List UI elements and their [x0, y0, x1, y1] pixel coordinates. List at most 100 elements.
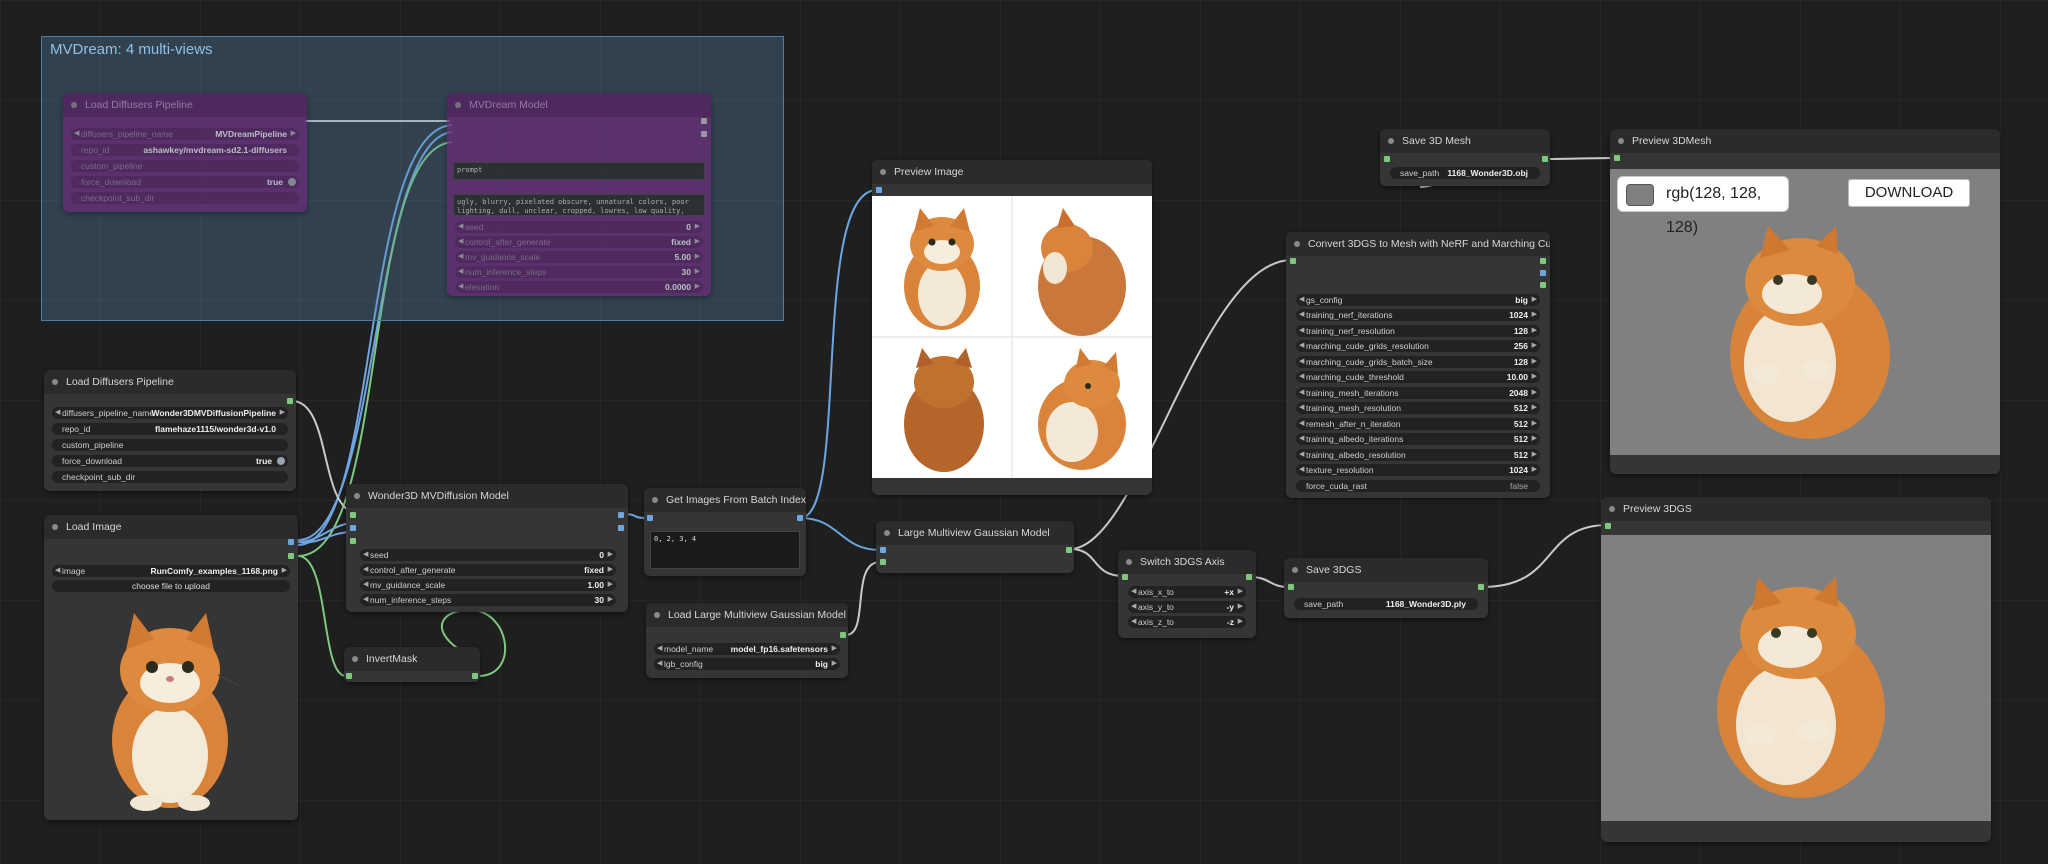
widget-checkpoint-sub-dir[interactable]: checkpoint_sub_dir	[52, 471, 288, 483]
upload-button[interactable]: choose file to upload	[52, 580, 290, 592]
node-get-images-from-batch[interactable]: Get Images From Batch Indexed ? 0, 2, 3,…	[644, 488, 806, 576]
mask-output-port[interactable]	[288, 553, 294, 559]
collapse-dot-icon[interactable]	[1609, 506, 1615, 512]
collapse-dot-icon[interactable]	[354, 493, 360, 499]
download-button[interactable]: DOWNLOAD	[1848, 179, 1970, 207]
collapse-dot-icon[interactable]	[52, 524, 58, 530]
color-swatch[interactable]	[1626, 184, 1654, 206]
pipeline-output-port[interactable]	[287, 398, 293, 404]
widget-elevation[interactable]: ◀ elevation 0.0000 ▶	[455, 281, 703, 293]
widget-control-after-generate[interactable]: ◀ control_after_generate fixed ▶	[455, 236, 703, 248]
mask-input-port[interactable]	[346, 673, 352, 679]
widget-remesh-after-n-iteration[interactable]: ◀ remesh_after_n_iteration 512 ▶	[1296, 418, 1540, 430]
widget-seed[interactable]: ◀ seed 0 ▶	[455, 221, 703, 233]
gaussians-input-port[interactable]	[1122, 574, 1128, 580]
background-color-picker[interactable]: rgb(128, 128, 128)	[1618, 177, 1788, 236]
collapse-dot-icon[interactable]	[71, 102, 77, 108]
collapse-dot-icon[interactable]	[352, 656, 358, 662]
pipeline-input-port[interactable]	[350, 512, 356, 518]
widget-texture-resolution[interactable]: ◀ texture_resolution 1024 ▶	[1296, 464, 1540, 476]
widget-lgb-config[interactable]: ◀ lgb_config big ▶	[654, 658, 840, 670]
node-preview-image[interactable]: Preview Image	[872, 160, 1152, 495]
collapse-dot-icon[interactable]	[1126, 559, 1132, 565]
widget-checkpoint-sub-dir[interactable]: checkpoint_sub_dir	[71, 192, 299, 204]
gaussians-output-port[interactable]	[1246, 574, 1252, 580]
widget-marching-threshold[interactable]: ◀ marching_cude_threshold 10.00 ▶	[1296, 371, 1540, 383]
collapse-dot-icon[interactable]	[1388, 138, 1394, 144]
widget-force-cuda-rast[interactable]: force_cuda_rast false	[1296, 480, 1540, 492]
prompt-textarea[interactable]: prompt	[453, 162, 705, 180]
node-save-3d-mesh[interactable]: Save 3D Mesh save_path 1168_Wonder3D.obj	[1380, 129, 1550, 186]
gaussians-input-port[interactable]	[1605, 523, 1611, 529]
image-input-port[interactable]	[350, 525, 356, 531]
node-preview-3dmesh[interactable]: Preview 3DMesh rgb(128, 128, 128) DOWNLO…	[1610, 129, 2000, 474]
images-output-port[interactable]	[797, 515, 803, 521]
widget-repo-id[interactable]: repo_id flamehaze1115/wonder3d-v1.0	[52, 423, 288, 435]
widget-axis-x-to[interactable]: ◀ axis_x_to +x ▶	[1128, 586, 1246, 598]
widget-training-albedo-iterations[interactable]: ◀ training_albedo_iterations 512 ▶	[1296, 433, 1540, 445]
collapse-dot-icon[interactable]	[1292, 567, 1298, 573]
output-port[interactable]	[701, 131, 707, 137]
mesh-viewport[interactable]: rgb(128, 128, 128) DOWNLOAD	[1610, 169, 2000, 455]
node-load-image[interactable]: Load Image ◀ image RunComfy_examples_1168.…	[44, 515, 298, 820]
widget-pipeline-name[interactable]: ◀ diffusers_pipeline_name MVDreamPipeline ▶	[71, 128, 299, 140]
widget-num-inference-steps[interactable]: ◀ num_inference_steps 30 ▶	[360, 594, 616, 606]
mesh-input-port[interactable]	[1614, 155, 1620, 161]
widget-axis-y-to[interactable]: ◀ axis_y_to -y ▶	[1128, 601, 1246, 613]
image-output-port[interactable]	[288, 539, 294, 545]
images-input-port[interactable]	[880, 547, 886, 553]
images-input-port[interactable]	[647, 515, 653, 521]
collapse-dot-icon[interactable]	[1618, 138, 1624, 144]
widget-repo-id[interactable]: repo_id ashawkey/mvdream-sd2.1-diffusers	[71, 144, 299, 156]
widget-num-inference-steps[interactable]: ◀ num_inference_steps 30 ▶	[455, 266, 703, 278]
collapse-dot-icon[interactable]	[52, 379, 58, 385]
widget-marching-grids-resolution[interactable]: ◀ marching_cude_grids_resolution 256 ▶	[1296, 340, 1540, 352]
widget-pipeline-name[interactable]: ◀ diffusers_pipeline_name Wonder3DMVDiffus…	[52, 407, 288, 419]
node-ghost-mvdream[interactable]: MVDream Model prompt ugly, blurry, pixel…	[447, 93, 711, 296]
widget-training-mesh-iterations[interactable]: ◀ training_mesh_iterations 2048 ▶	[1296, 387, 1540, 399]
node-switch-3dgs-axis[interactable]: Switch 3DGS Axis ◀ axis_x_to +x ▶ ◀ axis_y_t…	[1118, 550, 1256, 638]
output-port[interactable]	[701, 118, 707, 124]
collapse-dot-icon[interactable]	[884, 530, 890, 536]
widget-image-select[interactable]: ◀ image RunComfy_examples_1168.png ▶	[52, 565, 290, 577]
widget-custom-pipeline[interactable]: custom_pipeline	[52, 439, 288, 451]
node-invert-mask[interactable]: InvertMask	[344, 647, 480, 682]
widget-marching-grids-batch-size[interactable]: ◀ marching_cude_grids_batch_size 128 ▶	[1296, 356, 1540, 368]
gaussians-output-port[interactable]	[1066, 547, 1072, 553]
path-output-port[interactable]	[1478, 584, 1484, 590]
widget-training-mesh-resolution[interactable]: ◀ training_mesh_resolution 512 ▶	[1296, 402, 1540, 414]
mask-output-port[interactable]	[472, 673, 478, 679]
widget-seed[interactable]: ◀ seed 0 ▶	[360, 549, 616, 561]
indices-textarea[interactable]: 0, 2, 3, 4	[650, 531, 800, 569]
widget-save-path[interactable]: save_path 1168_Wonder3D.obj	[1390, 167, 1540, 179]
negative-prompt-textarea[interactable]: ugly, blurry, pixelated obscure, unnatur…	[453, 194, 705, 216]
mesh-output-port[interactable]	[1540, 258, 1546, 264]
widget-training-albedo-resolution[interactable]: ◀ training_albedo_resolution 512 ▶	[1296, 449, 1540, 461]
widget-gs-config[interactable]: ◀ gs_config big ▶	[1296, 294, 1540, 306]
image-output-port[interactable]	[618, 512, 624, 518]
collapse-dot-icon[interactable]	[455, 102, 461, 108]
model-input-port[interactable]	[880, 559, 886, 565]
aux-output-port[interactable]	[1540, 282, 1546, 288]
widget-training-nerf-resolution[interactable]: ◀ training_nerf_resolution 128 ▶	[1296, 325, 1540, 337]
widget-axis-z-to[interactable]: ◀ axis_z_to -z ▶	[1128, 616, 1246, 628]
node-load-lgm[interactable]: Load Large Multiview Gaussian Model ◀ mod…	[646, 603, 848, 678]
gaussian-viewport[interactable]	[1601, 535, 1991, 821]
cameras-output-port[interactable]	[1540, 270, 1546, 276]
widget-force-download[interactable]: force_download true	[71, 176, 299, 188]
node-save-3dgs[interactable]: Save 3DGS save_path 1168_Wonder3D.ply	[1284, 558, 1488, 618]
widget-control-after-generate[interactable]: ◀ control_after_generate fixed ▶	[360, 564, 616, 576]
normal-output-port[interactable]	[618, 525, 624, 531]
node-large-multiview-gaussian[interactable]: Large Multiview Gaussian Model	[876, 521, 1074, 573]
node-preview-3dgs[interactable]: Preview 3DGS	[1601, 497, 1991, 842]
collapse-dot-icon[interactable]	[880, 169, 886, 175]
mesh-input-port[interactable]	[1384, 156, 1390, 162]
widget-custom-pipeline[interactable]: custom_pipeline	[71, 160, 299, 172]
gaussians-input-port[interactable]	[1290, 258, 1296, 264]
collapse-dot-icon[interactable]	[652, 497, 658, 503]
widget-save-path[interactable]: save_path 1168_Wonder3D.ply	[1294, 598, 1478, 610]
collapse-dot-icon[interactable]	[654, 612, 660, 618]
collapse-dot-icon[interactable]	[1294, 241, 1300, 247]
widget-mv-guidance-scale[interactable]: ◀ mv_guidance_scale 5.00 ▶	[455, 251, 703, 263]
gaussians-input-port[interactable]	[1288, 584, 1294, 590]
